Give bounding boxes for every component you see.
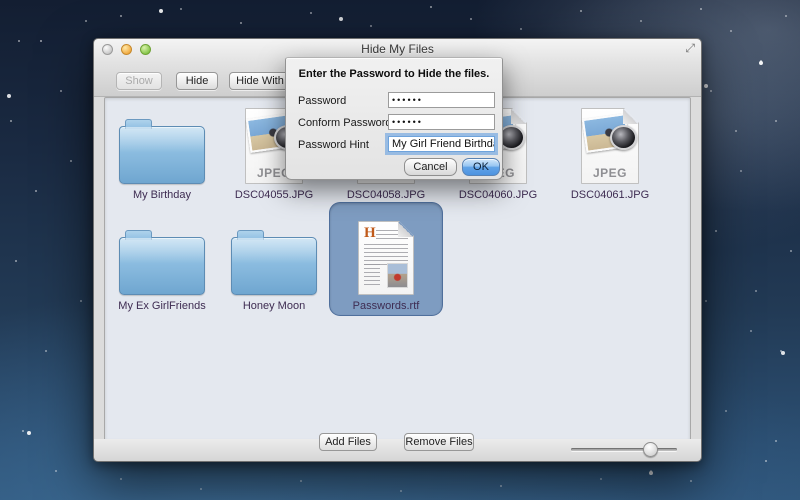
file-label: DSC04058.JPG <box>347 189 425 202</box>
password-dots: •••••• <box>392 95 423 105</box>
show-button[interactable]: Show <box>116 72 162 90</box>
text-lines <box>364 264 380 286</box>
add-files-button[interactable]: Add Files <box>319 433 377 451</box>
page-fold <box>623 109 638 124</box>
password-hint-label: Password Hint <box>298 139 369 151</box>
file-label: My Birthday <box>133 189 191 202</box>
file-item-selected[interactable]: H Passwords.rtf <box>330 203 442 315</box>
icon-size-slider[interactable] <box>571 441 677 457</box>
folder-icon <box>119 126 205 184</box>
dialog-title: Enter the Password to Hide the files. <box>286 68 502 80</box>
page-fold <box>398 222 413 237</box>
camera-lens-icon <box>610 125 637 150</box>
folder-icon <box>119 237 205 295</box>
inline-photo <box>387 263 408 288</box>
confirm-password-label: Conform Password <box>298 117 392 129</box>
hide-button[interactable]: Hide <box>176 72 218 90</box>
file-label: Passwords.rtf <box>353 300 420 313</box>
file-label: DSC04061.JPG <box>571 189 649 202</box>
password-hint-input[interactable]: My Girl Friend Birthday <box>388 136 495 152</box>
window-title: Hide My Files <box>94 42 701 56</box>
file-item[interactable]: My Ex GirlFriends <box>106 203 218 315</box>
file-item[interactable]: Honey Moon <box>218 203 330 315</box>
jpeg-file-icon: JPEG <box>581 108 639 184</box>
file-label: DSC04060.JPG <box>459 189 537 202</box>
file-item[interactable]: JPEG DSC04061.JPG <box>554 106 666 202</box>
file-label: My Ex GirlFriends <box>118 300 205 313</box>
hint-text: My Girl Friend Birthday <box>392 138 495 150</box>
password-dialog: Enter the Password to Hide the files. Pa… <box>285 57 503 180</box>
cancel-button[interactable]: Cancel <box>404 158 457 176</box>
title-bar[interactable]: Hide My Files ⤢ <box>94 39 701 59</box>
confirm-password-input[interactable]: •••••• <box>388 114 495 130</box>
fullscreen-icon[interactable]: ⤢ <box>685 41 695 56</box>
password-input[interactable]: •••••• <box>388 92 495 108</box>
file-label: DSC04055.JPG <box>235 189 313 202</box>
bottom-bar: Add Files Remove Files <box>94 439 701 461</box>
page-fold <box>511 109 526 124</box>
starfield-bright <box>0 0 2 2</box>
jpeg-badge: JPEG <box>582 166 638 180</box>
rtf-file-icon: H <box>358 221 414 295</box>
slider-thumb[interactable] <box>643 442 658 457</box>
file-row-2: My Ex GirlFriends Honey Moon H <box>106 203 690 315</box>
remove-files-button[interactable]: Remove Files <box>404 433 474 451</box>
folder-icon <box>231 237 317 295</box>
dropcap-letter: H <box>364 226 376 241</box>
password-label: Password <box>298 95 346 107</box>
file-label: Honey Moon <box>243 300 305 313</box>
ok-button[interactable]: OK <box>462 158 500 176</box>
password-dots: •••••• <box>392 117 423 127</box>
file-item[interactable]: My Birthday <box>106 106 218 202</box>
slider-track[interactable] <box>571 448 677 451</box>
